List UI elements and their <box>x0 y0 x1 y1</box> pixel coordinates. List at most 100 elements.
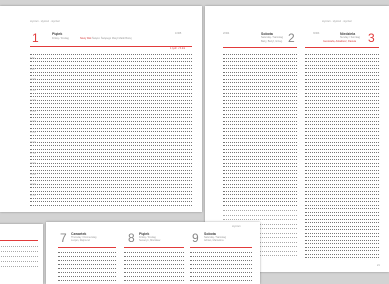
day-subtitle: Friday / Freitag <box>52 37 69 40</box>
ruled-line <box>30 173 192 174</box>
ruled-line <box>305 222 379 223</box>
ruled-line <box>305 127 379 129</box>
ruled-line <box>305 117 379 118</box>
ruled-line <box>223 187 297 188</box>
ruled-line <box>305 99 379 101</box>
hour-label: 9:00 <box>30 68 35 71</box>
ruled-line <box>223 204 297 206</box>
ruled-line <box>30 148 192 150</box>
ruled-line <box>30 82 192 83</box>
ruled-line <box>305 229 379 230</box>
ruled-line <box>305 148 379 150</box>
ruled-line <box>223 92 297 94</box>
ruled-line <box>305 180 379 181</box>
hour-label: 14:00 <box>30 121 36 123</box>
ruled-line <box>223 190 297 192</box>
ruled-line <box>305 92 379 94</box>
line <box>0 266 38 267</box>
hour-label: 18:00 <box>30 163 36 165</box>
month-header: styczeń · styczeń · styczeń <box>30 20 60 23</box>
ruled-line <box>30 61 192 62</box>
red-rule <box>58 247 116 248</box>
ruled-line <box>190 272 252 273</box>
hour-label: 11:00 <box>30 89 36 92</box>
ruled-line <box>30 159 192 160</box>
ruled-line <box>223 106 297 108</box>
ruled-line <box>30 187 192 188</box>
ruled-line <box>223 85 297 87</box>
sun-number: 3 <box>368 31 375 45</box>
ruled-line <box>223 57 297 59</box>
ruled-line <box>30 166 192 167</box>
red-rule <box>0 240 38 241</box>
ruled-line <box>223 152 297 153</box>
sat-red-rule <box>223 47 297 48</box>
day-note-9: Adrian, Marcelina <box>204 239 224 242</box>
ruled-line <box>30 113 192 115</box>
ruled-line <box>223 110 297 111</box>
ruled-line <box>305 246 379 248</box>
ruled-line <box>305 208 379 209</box>
ruled-line <box>305 190 379 192</box>
sun-red-rule <box>305 47 379 48</box>
ruled-line <box>30 176 192 178</box>
left-planner-page: styczeń · styczeń · styczeń 1 Piątek Fri… <box>0 6 202 212</box>
ruled-line <box>305 106 379 108</box>
ruled-line <box>30 194 192 195</box>
ruled-line <box>58 280 116 281</box>
ruled-line <box>223 78 297 80</box>
ruled-line <box>124 272 184 273</box>
ruled-line <box>223 75 297 76</box>
ruled-line <box>30 68 192 69</box>
ruled-line <box>30 197 192 199</box>
ruled-line <box>58 264 116 265</box>
ruled-line <box>305 152 379 153</box>
day-note-8: Seweryn, Mścisław <box>139 239 161 242</box>
ruled-line <box>30 71 192 73</box>
ruled-line <box>305 166 379 167</box>
ruled-line <box>124 260 184 261</box>
ruled-line <box>58 268 116 269</box>
ruled-line <box>305 243 379 244</box>
ruled-line <box>190 264 252 265</box>
ruled-line <box>58 260 116 261</box>
ruled-line <box>305 159 379 160</box>
ruled-line <box>305 253 379 255</box>
ruled-line <box>30 85 192 87</box>
day-number-8: 8 <box>128 231 135 245</box>
day-counter: 1/365 <box>175 32 182 35</box>
ruled-line <box>30 117 192 118</box>
ruled-line <box>223 169 297 171</box>
ruled-line <box>58 252 116 253</box>
day-note: Nowy Rok <box>80 37 92 40</box>
ruled-line <box>305 204 379 206</box>
ruled-line <box>30 64 192 66</box>
ruled-line <box>305 85 379 87</box>
ruled-line <box>223 183 297 185</box>
ruled-line <box>223 148 297 150</box>
ruled-line <box>305 155 379 157</box>
ruled-line <box>223 68 297 69</box>
red-rule <box>30 46 192 47</box>
ruled-line <box>223 201 297 202</box>
ruled-line <box>305 61 379 62</box>
ruled-line <box>190 268 252 269</box>
ruled-line <box>30 89 192 90</box>
ruled-line <box>223 71 297 73</box>
month-header: styczeń <box>232 225 241 228</box>
ruled-line <box>30 78 192 80</box>
ruled-line <box>223 141 297 143</box>
ruled-line <box>190 256 252 257</box>
ruled-line <box>30 141 192 143</box>
ruled-line <box>30 162 192 164</box>
line <box>0 246 38 247</box>
ruled-line <box>223 173 297 174</box>
sun-note: Genowefa, Arkadiusz, Danuta <box>323 40 357 43</box>
ruled-line <box>30 190 192 192</box>
day-number-9: 9 <box>192 231 199 245</box>
ruled-line <box>223 54 297 55</box>
ruled-line <box>223 82 297 83</box>
ruled-line <box>223 138 297 139</box>
ruled-line <box>223 166 297 167</box>
month-header: styczeń · styczeń · styczeń <box>322 20 352 23</box>
